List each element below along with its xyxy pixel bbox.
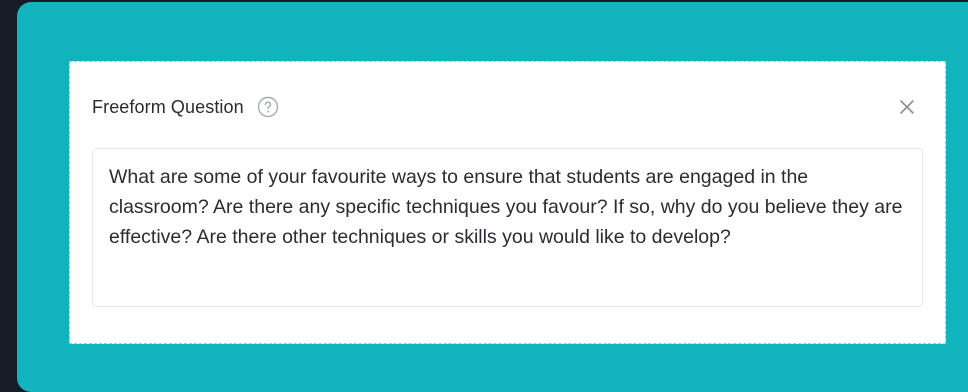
card-header: Freeform Question — [92, 94, 923, 120]
question-text: What are some of your favourite ways to … — [109, 166, 903, 248]
question-text-box[interactable]: What are some of your favourite ways to … — [92, 148, 923, 307]
teal-panel: Freeform Question What are some of your … — [17, 2, 968, 392]
question-circle-icon[interactable] — [257, 96, 279, 118]
close-icon[interactable] — [895, 95, 919, 119]
freeform-question-card: Freeform Question What are some of your … — [69, 61, 946, 344]
card-title: Freeform Question — [92, 96, 244, 117]
